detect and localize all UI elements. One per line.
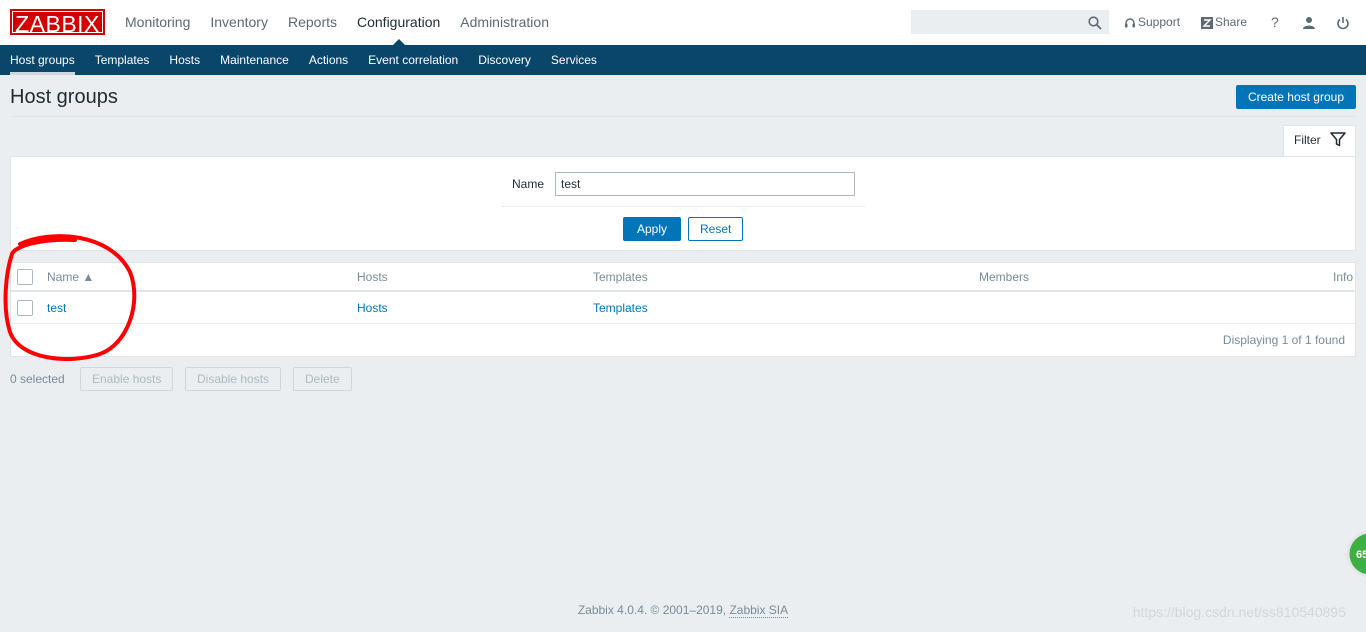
support-label: Support xyxy=(1138,15,1181,29)
column-members: Members xyxy=(979,270,1030,284)
filter-tab-label: Filter xyxy=(1294,133,1321,147)
submenu-templates[interactable]: Templates xyxy=(85,45,160,75)
logout-link[interactable] xyxy=(1336,0,1352,45)
column-info: Info xyxy=(1332,270,1353,284)
header-divider xyxy=(10,116,1356,117)
support-link[interactable]: Support xyxy=(1124,0,1180,45)
page-title: Host groups xyxy=(10,86,118,108)
table-row: test Hosts Templates xyxy=(11,293,1355,324)
zabbix-logo[interactable]: ZABBIX xyxy=(10,9,105,37)
table-paging-info: Displaying 1 of 1 found xyxy=(1222,333,1345,347)
filter-tab[interactable]: Filter xyxy=(1283,125,1356,157)
power-icon xyxy=(1337,16,1349,30)
submenu-host-groups[interactable]: Host groups xyxy=(0,45,85,75)
footer-zabbix-sia-link[interactable]: Zabbix SIA xyxy=(729,603,789,618)
menu-inventory[interactable]: Inventory xyxy=(200,0,278,45)
row-templates-link[interactable]: Templates xyxy=(593,293,648,324)
help-link[interactable]: ? xyxy=(1271,0,1279,45)
disable-hosts-button[interactable]: Disable hosts xyxy=(185,367,282,391)
reset-button[interactable]: Reset xyxy=(688,217,744,241)
enable-hosts-button[interactable]: Enable hosts xyxy=(80,367,174,391)
column-hosts: Hosts xyxy=(357,270,388,284)
menu-monitoring[interactable]: Monitoring xyxy=(115,0,200,45)
delete-button[interactable]: Delete xyxy=(293,367,352,391)
row-hosts-link[interactable]: Hosts xyxy=(357,293,388,324)
sub-menu: Host groups Templates Hosts Maintenance … xyxy=(0,45,1366,75)
filter-panel: Name test Apply Reset xyxy=(10,156,1356,251)
selected-count: 0 selected xyxy=(10,372,65,386)
table-header: Name ▲ Hosts Templates Members Info xyxy=(11,263,1355,292)
share-label: Share xyxy=(1215,15,1248,29)
submenu-maintenance[interactable]: Maintenance xyxy=(210,45,299,75)
search-icon[interactable] xyxy=(1088,16,1102,30)
watermark: https://blog.csdn.net/ss810540895 xyxy=(1132,604,1346,620)
top-bar: ZABBIX Monitoring Inventory Reports Conf… xyxy=(0,0,1366,45)
search-input[interactable] xyxy=(911,10,1109,34)
main-menu: Monitoring Inventory Reports Configurati… xyxy=(115,0,559,45)
profile-link[interactable] xyxy=(1302,0,1318,45)
user-icon xyxy=(1303,16,1315,29)
menu-administration[interactable]: Administration xyxy=(450,0,559,45)
green-badge-icon[interactable]: 65 xyxy=(1346,530,1366,578)
headset-icon xyxy=(1125,18,1135,28)
menu-reports[interactable]: Reports xyxy=(278,0,347,45)
submenu-event-correlation[interactable]: Event correlation xyxy=(358,45,468,75)
filter-icon xyxy=(1330,132,1346,147)
column-templates: Templates xyxy=(593,270,648,284)
badge-text: 65 xyxy=(1356,549,1366,561)
footer-text: Zabbix 4.0.4. © 2001–2019, xyxy=(577,603,730,617)
filter-name-input[interactable]: test xyxy=(555,172,855,196)
apply-button[interactable]: Apply xyxy=(623,217,682,241)
submenu-actions[interactable]: Actions xyxy=(299,45,358,75)
share-link[interactable]: Share xyxy=(1201,0,1247,45)
menu-configuration[interactable]: Configuration xyxy=(347,0,450,45)
submenu-services[interactable]: Services xyxy=(541,45,607,75)
submenu-discovery[interactable]: Discovery xyxy=(468,45,541,75)
submenu-hosts[interactable]: Hosts xyxy=(159,45,210,75)
red-annotation-circle xyxy=(3,234,137,361)
filter-divider xyxy=(501,206,865,207)
filter-name-label: Name xyxy=(512,177,545,191)
create-host-group-button[interactable]: Create host group xyxy=(1235,85,1356,109)
zabbix-share-icon xyxy=(1201,16,1213,29)
host-groups-table: Name ▲ Hosts Templates Members Info test… xyxy=(10,262,1356,357)
